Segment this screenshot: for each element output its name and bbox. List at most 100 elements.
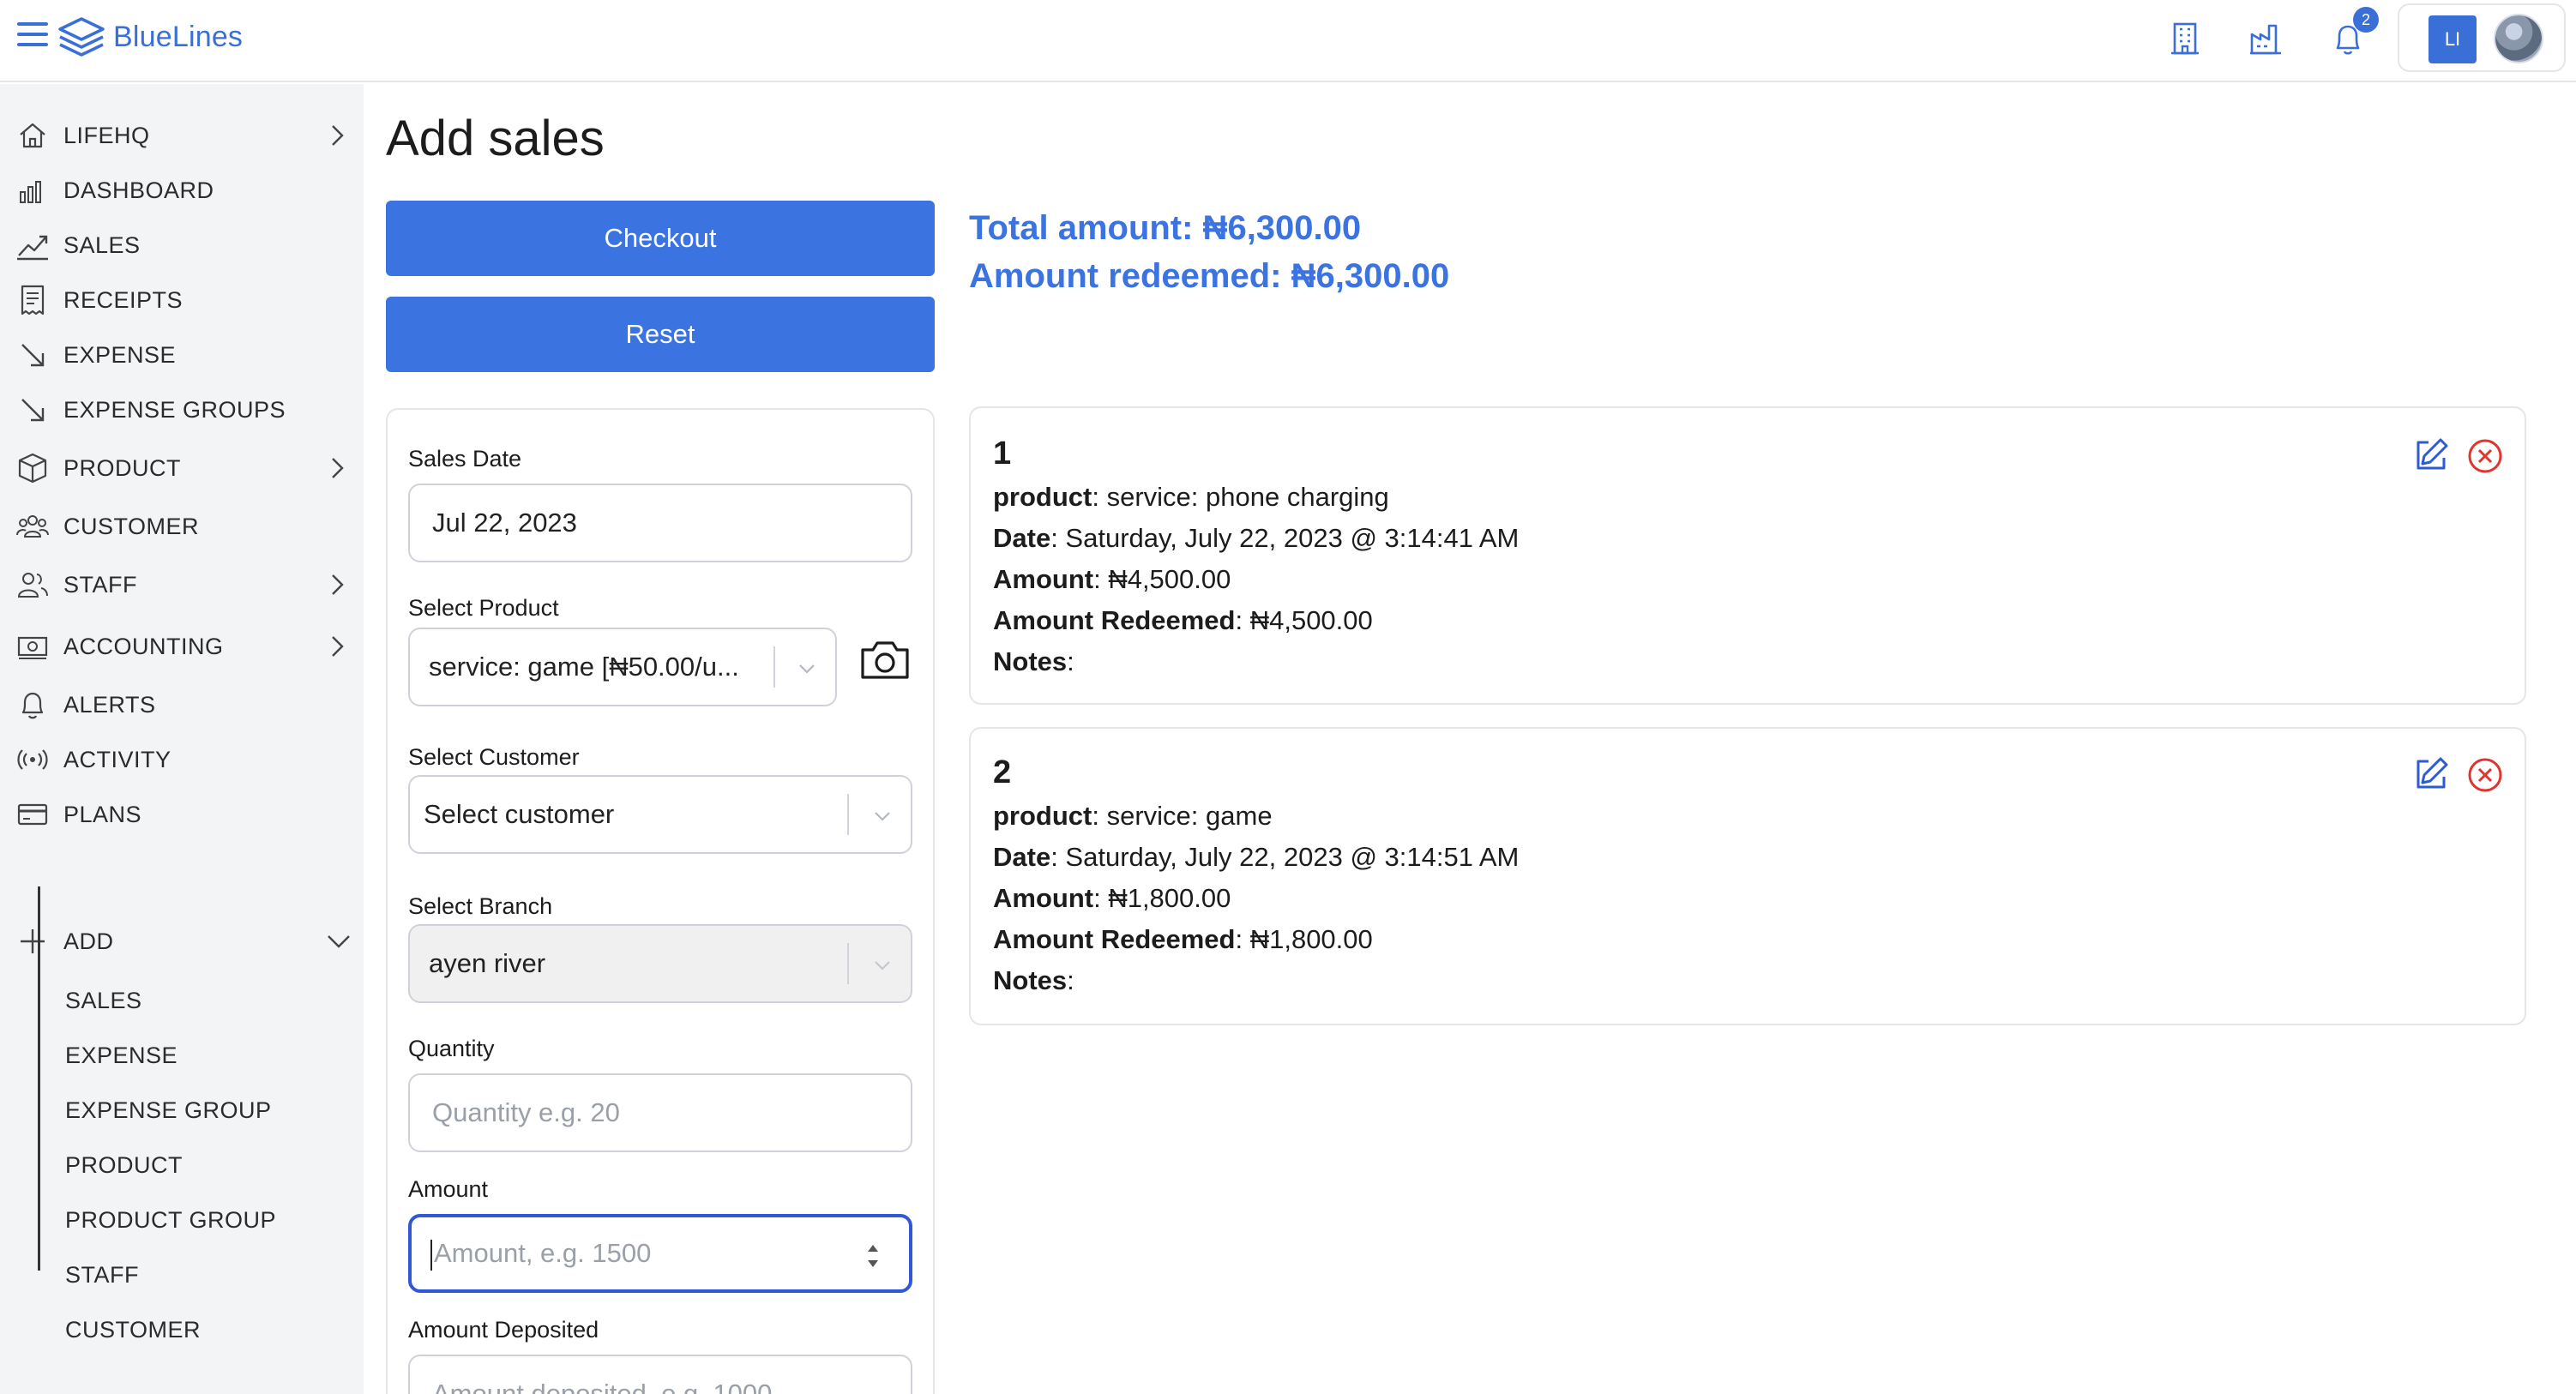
customer-label: Select Customer <box>408 744 580 770</box>
entry-number: 1 <box>993 436 1012 472</box>
sidebar-item-label: PLANS <box>63 801 142 827</box>
sidebar-item-expense[interactable]: EXPENSE <box>0 331 364 379</box>
branch-select-value: ayen river <box>429 948 546 978</box>
bar-chart-icon <box>20 181 41 203</box>
chevron-down-icon <box>875 961 890 970</box>
quantity-label: Quantity <box>408 1036 495 1061</box>
add-submenu-product-group[interactable]: PRODUCT GROUP <box>65 1207 276 1234</box>
app-logo[interactable]: BlueLines <box>57 15 243 58</box>
sidebar-item-alerts[interactable]: ALERTS <box>0 681 364 729</box>
select-separator <box>847 794 849 835</box>
customer-select-value: Select customer <box>424 799 615 829</box>
chevron-right-icon <box>332 125 344 146</box>
edit-icon[interactable] <box>2411 436 2451 475</box>
chevron-right-icon <box>332 458 344 478</box>
sidebar-item-dashboard[interactable]: DASHBOARD <box>0 166 364 214</box>
sale-entry-card: 2 product: service: game Date: Saturday,… <box>969 727 2526 1025</box>
add-submenu-sales[interactable]: SALES <box>65 988 142 1014</box>
sidebar-item-label: ADD <box>63 928 114 954</box>
amount-label: Amount <box>408 1176 489 1202</box>
sidebar-item-add[interactable]: ADD <box>0 917 364 965</box>
text-cursor <box>430 1240 432 1271</box>
entry-notes: Notes: <box>993 965 1074 995</box>
sidebar-item-sales[interactable]: SALES <box>0 221 364 269</box>
quantity-placeholder: Quantity e.g. 20 <box>432 1097 620 1127</box>
entry-amount: Amount: ₦4,500.00 <box>993 564 1231 594</box>
layers-logo-icon <box>58 17 105 57</box>
sidebar-item-label: ACCOUNTING <box>63 633 224 659</box>
delete-icon[interactable] <box>2466 437 2504 475</box>
sidebar-item-label: SALES <box>63 231 141 258</box>
card-icon <box>17 803 48 826</box>
branch-select[interactable]: ayen river <box>408 924 912 1003</box>
app-name: BlueLines <box>113 20 244 53</box>
sales-date-value: Jul 22, 2023 <box>432 508 577 538</box>
trend-up-icon <box>17 235 48 261</box>
deposited-input[interactable]: Amount deposited, e.g. 1000 <box>408 1355 912 1394</box>
camera-icon[interactable] <box>858 634 912 686</box>
building-icon[interactable] <box>2164 17 2206 58</box>
entry-date: Date: Saturday, July 22, 2023 @ 3:14:41 … <box>993 523 1520 553</box>
sidebar-item-plans[interactable]: PLANS <box>0 790 364 838</box>
add-submenu-staff[interactable]: STAFF <box>65 1262 139 1289</box>
add-submenu-customer[interactable]: CUSTOMER <box>65 1317 201 1343</box>
sidebar-item-activity[interactable]: ACTIVITY <box>0 736 364 784</box>
quantity-input[interactable]: Quantity e.g. 20 <box>408 1073 912 1152</box>
edit-icon[interactable] <box>2411 754 2451 794</box>
sidebar-item-label: STAFF <box>63 571 137 598</box>
sidebar-item-label: LIFEHQ <box>63 122 150 148</box>
sidebar-item-accounting[interactable]: ACCOUNTING <box>0 622 364 670</box>
home-icon <box>20 123 45 148</box>
notification-badge: 2 <box>2353 7 2379 33</box>
number-stepper-icon[interactable] <box>861 1235 885 1277</box>
deposited-label: Amount Deposited <box>408 1317 599 1343</box>
entry-amount: Amount: ₦1,800.00 <box>993 883 1231 913</box>
money-icon <box>17 636 48 659</box>
sidebar-item-label: RECEIPTS <box>63 286 184 313</box>
box-icon <box>18 453 47 484</box>
add-submenu-expense[interactable]: EXPENSE <box>65 1042 178 1069</box>
add-submenu-product[interactable]: PRODUCT <box>65 1152 183 1179</box>
sale-entry-card: 1 product: service: phone charging Date:… <box>969 406 2526 705</box>
sidebar-item-staff[interactable]: STAFF <box>0 561 364 609</box>
deposited-placeholder: Amount deposited, e.g. 1000 <box>432 1379 773 1394</box>
sidebar-item-label: ALERTS <box>63 691 156 718</box>
factory-icon[interactable] <box>2245 17 2286 58</box>
sidebar: LIFEHQ DASHBOARD SALES RECEIPTS EXPENSE … <box>0 84 364 1394</box>
avatar[interactable] <box>2494 14 2543 63</box>
submenu-divider <box>38 886 40 1271</box>
menu-icon[interactable] <box>17 22 48 50</box>
add-submenu-expense-group[interactable]: EXPENSE GROUP <box>65 1097 272 1124</box>
broadcast-icon <box>17 749 48 770</box>
page-title: Add sales <box>386 111 605 166</box>
sidebar-item-product[interactable]: PRODUCT <box>0 444 364 492</box>
reset-button[interactable]: Reset <box>386 297 935 372</box>
entry-product: product: service: game <box>993 801 1273 831</box>
customer-select[interactable]: Select customer <box>408 775 912 854</box>
users-icon <box>16 515 49 538</box>
top-header: BlueLines 2 LI <box>0 0 2576 82</box>
profile-menu[interactable]: LI <box>2398 3 2566 72</box>
entry-amount-redeemed: Amount Redeemed: ₦4,500.00 <box>993 605 1373 635</box>
sidebar-item-label: DASHBOARD <box>63 177 214 203</box>
sidebar-item-label: ACTIVITY <box>63 746 172 772</box>
product-select[interactable]: service: game [₦50.00/u... <box>408 628 837 706</box>
amount-input[interactable]: Amount, e.g. 1500 <box>408 1214 912 1293</box>
entry-product: product: service: phone charging <box>993 482 1389 512</box>
chevron-right-icon <box>332 636 344 657</box>
amount-placeholder: Amount, e.g. 1500 <box>434 1238 652 1268</box>
chevron-down-icon <box>875 812 890 821</box>
sidebar-item-receipts[interactable]: RECEIPTS <box>0 276 364 324</box>
amount-redeemed: Amount redeemed: ₦6,300.00 <box>969 257 1450 295</box>
sidebar-item-customer[interactable]: CUSTOMER <box>0 502 364 550</box>
plus-icon <box>21 929 45 953</box>
delete-icon[interactable] <box>2466 756 2504 794</box>
arrow-down-right-icon <box>21 399 45 422</box>
sales-date-field[interactable]: Jul 22, 2023 <box>408 484 912 562</box>
entry-notes: Notes: <box>993 646 1074 676</box>
user-initials[interactable]: LI <box>2429 15 2477 63</box>
entry-number: 2 <box>993 754 1012 790</box>
checkout-button[interactable]: Checkout <box>386 201 935 276</box>
sidebar-item-expense-groups[interactable]: EXPENSE GROUPS <box>0 386 364 434</box>
sidebar-item-lifehq[interactable]: LIFEHQ <box>0 111 364 159</box>
